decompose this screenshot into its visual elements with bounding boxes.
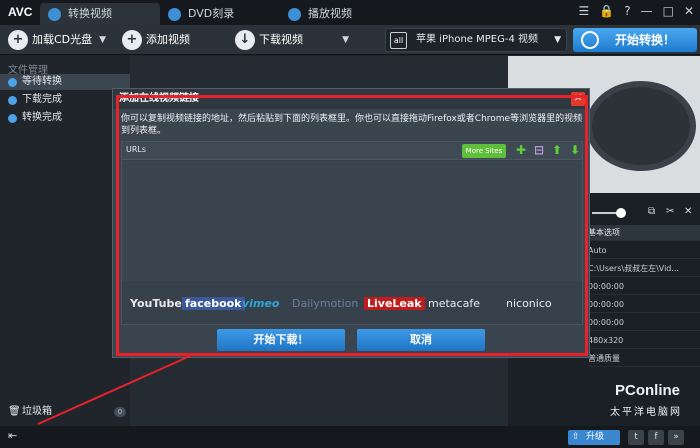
tab-play-video[interactable]: 播放视频 [280, 3, 395, 25]
youtube-logo: YouTube [130, 297, 182, 310]
maximize-icon[interactable]: □ [663, 4, 674, 18]
converted-icon [8, 114, 17, 123]
sidebar-item-downloaded[interactable]: 下载完成 [0, 92, 130, 108]
property-value[interactable]: 00:00:00 [588, 279, 700, 295]
refresh-icon [48, 8, 61, 21]
trash-item[interactable]: 🗑 垃圾箱 0 [6, 405, 126, 419]
toolbar: + 加载CD光盘 ▼ + 添加视频 ↓ 下载视频 ▼ all 苹果 iPhone… [0, 25, 700, 67]
trash-count-badge: 0 [114, 407, 126, 417]
convert-icon [581, 31, 599, 49]
liveleak-logo: LiveLeak [364, 297, 425, 310]
disc-icon [168, 8, 181, 21]
property-value[interactable]: 普通质量 [588, 351, 700, 367]
delete-icon[interactable]: ⊟ [532, 143, 546, 157]
niconico-logo: niconico [506, 297, 552, 310]
download-video-label: 下载视频 [259, 33, 303, 46]
url-list-box: URLs More Sites ✚ ⊟ ⬆ ⬇ YouTube facebook… [121, 141, 583, 325]
property-value[interactable]: Auto [588, 243, 700, 259]
property-value[interactable]: 00:00:00 [588, 315, 700, 331]
cancel-button[interactable]: 取消 [357, 329, 485, 351]
download-video-button[interactable]: ↓ 下载视频 ▼ [231, 28, 353, 52]
close-icon[interactable]: ✕ [684, 4, 694, 18]
tab-dvd-burn[interactable]: DVD刻录 [160, 3, 275, 25]
urls-column-header: URLs [126, 145, 147, 154]
window-controls: ☰ 🔒 ? — □ ✕ [579, 4, 695, 18]
load-cd-label: 加载CD光盘 [32, 33, 93, 46]
sidebar-item-label: 转换完成 [22, 112, 62, 123]
output-format-select[interactable]: all 苹果 iPhone MPEG-4 视频 (*.mp4) ▼ [385, 28, 567, 67]
arrow-left-icon[interactable]: ⇤ [8, 429, 17, 442]
sidebar-item-label: 等待转换 [22, 76, 62, 87]
play-icon [288, 8, 301, 21]
dialog-title: 添加在线视频链接 [113, 89, 589, 109]
property-value[interactable]: C:\Users\叔叔左左\Vid... [588, 261, 700, 277]
metacafe-logo: metacafe [428, 297, 480, 310]
trash-label: 垃圾箱 [22, 406, 52, 417]
app-logo: AVC [8, 5, 33, 19]
tab-label: 播放视频 [308, 7, 352, 20]
volume-slider[interactable] [592, 208, 626, 218]
help-icon[interactable]: ? [624, 4, 630, 18]
property-value[interactable]: 00:00:00 [588, 297, 700, 313]
start-convert-button[interactable]: 开始转换！ [573, 28, 697, 52]
chevron-down-icon[interactable]: ▼ [99, 28, 106, 52]
file-manager-sidebar: 文件管理 等待转换 下载完成 转换完成 🗑 垃圾箱 0 [0, 56, 130, 426]
url-list-header: URLs More Sites ✚ ⊟ ⬆ ⬇ [122, 142, 582, 160]
properties-heading: 基本选项 [588, 225, 700, 241]
add-video-label: 添加视频 [146, 33, 190, 46]
add-film-icon: + [122, 30, 142, 50]
watermark-line1: PConline [614, 382, 680, 399]
preview-controls: ⧉ ✂ ✕ [588, 206, 700, 220]
move-up-icon[interactable]: ⬆ [550, 143, 564, 157]
sidebar-item-pending[interactable]: 等待转换 [0, 74, 130, 90]
pconline-watermark: PConline 太平洋电脑网 [580, 374, 698, 418]
lock-icon[interactable]: 🔒 [599, 4, 614, 18]
tab-label: DVD刻录 [188, 7, 235, 20]
load-cd-button[interactable]: + 加载CD光盘 ▼ [4, 28, 110, 52]
facebook-logo: facebook [182, 297, 245, 310]
start-download-button[interactable]: 开始下载！ [217, 329, 345, 351]
add-icon[interactable]: ✚ [514, 143, 528, 157]
add-online-video-dialog: 添加在线视频链接 ✕ 你可以复制视频链接的地址，然后粘贴到下面的列表框里。你也可… [112, 88, 590, 358]
tab-label: 转换视频 [68, 7, 112, 20]
all-formats-icon: all [390, 32, 407, 49]
start-convert-label: 开始转换！ [615, 33, 676, 47]
upgrade-icon: ⇧ [572, 432, 580, 442]
upgrade-button[interactable]: ⇧ 升级 [568, 430, 620, 445]
dialog-close-button[interactable]: ✕ [571, 92, 585, 106]
move-down-icon[interactable]: ⬇ [568, 143, 582, 157]
sidebar-item-converted[interactable]: 转换完成 [0, 110, 130, 126]
pending-icon [8, 78, 17, 87]
url-input-area[interactable] [122, 161, 582, 281]
dialog-description: 你可以复制视频链接的地址，然后粘贴到下面的列表框里。你也可以直接拖动Firefo… [121, 114, 583, 136]
supported-sites: YouTube facebook vimeo Dailymotion LiveL… [122, 289, 582, 319]
effects-icon[interactable]: ✂ [666, 206, 674, 217]
crop-icon[interactable]: ⧉ [648, 206, 655, 217]
twitter-icon[interactable]: t [628, 430, 644, 445]
watermark-line2: 太平洋电脑网 [610, 407, 682, 418]
title-bar: AVC 转换视频 DVD刻录 播放视频 ☰ 🔒 ? — □ ✕ [0, 0, 700, 25]
upgrade-label: 升级 [586, 432, 605, 442]
chevron-down-icon: ▼ [554, 35, 561, 45]
trash-icon: 🗑 [8, 406, 21, 417]
chevron-down-icon[interactable]: ▼ [342, 28, 349, 52]
add-video-button[interactable]: + 添加视频 [118, 28, 224, 52]
property-value[interactable]: 480x320 [588, 333, 700, 349]
sidebar-item-label: 下载完成 [22, 94, 62, 105]
slider-knob[interactable] [616, 208, 626, 218]
vimeo-logo: vimeo [242, 297, 280, 310]
dailymotion-logo: Dailymotion [292, 297, 359, 310]
minimize-icon[interactable]: — [641, 4, 653, 18]
add-disc-icon: + [8, 30, 28, 50]
film-reel-icon [586, 81, 696, 171]
more-icon[interactable]: » [668, 430, 684, 445]
download-icon [8, 96, 17, 105]
menu-icon[interactable]: ☰ [579, 4, 590, 18]
facebook-icon[interactable]: f [648, 430, 664, 445]
tab-convert-video[interactable]: 转换视频 [40, 3, 160, 25]
globe-download-icon: ↓ [235, 30, 255, 50]
tools-icon[interactable]: ✕ [684, 206, 692, 217]
status-bar: ⇤ ⇧ 升级 t f » [0, 426, 700, 448]
more-sites-button[interactable]: More Sites [462, 144, 506, 158]
